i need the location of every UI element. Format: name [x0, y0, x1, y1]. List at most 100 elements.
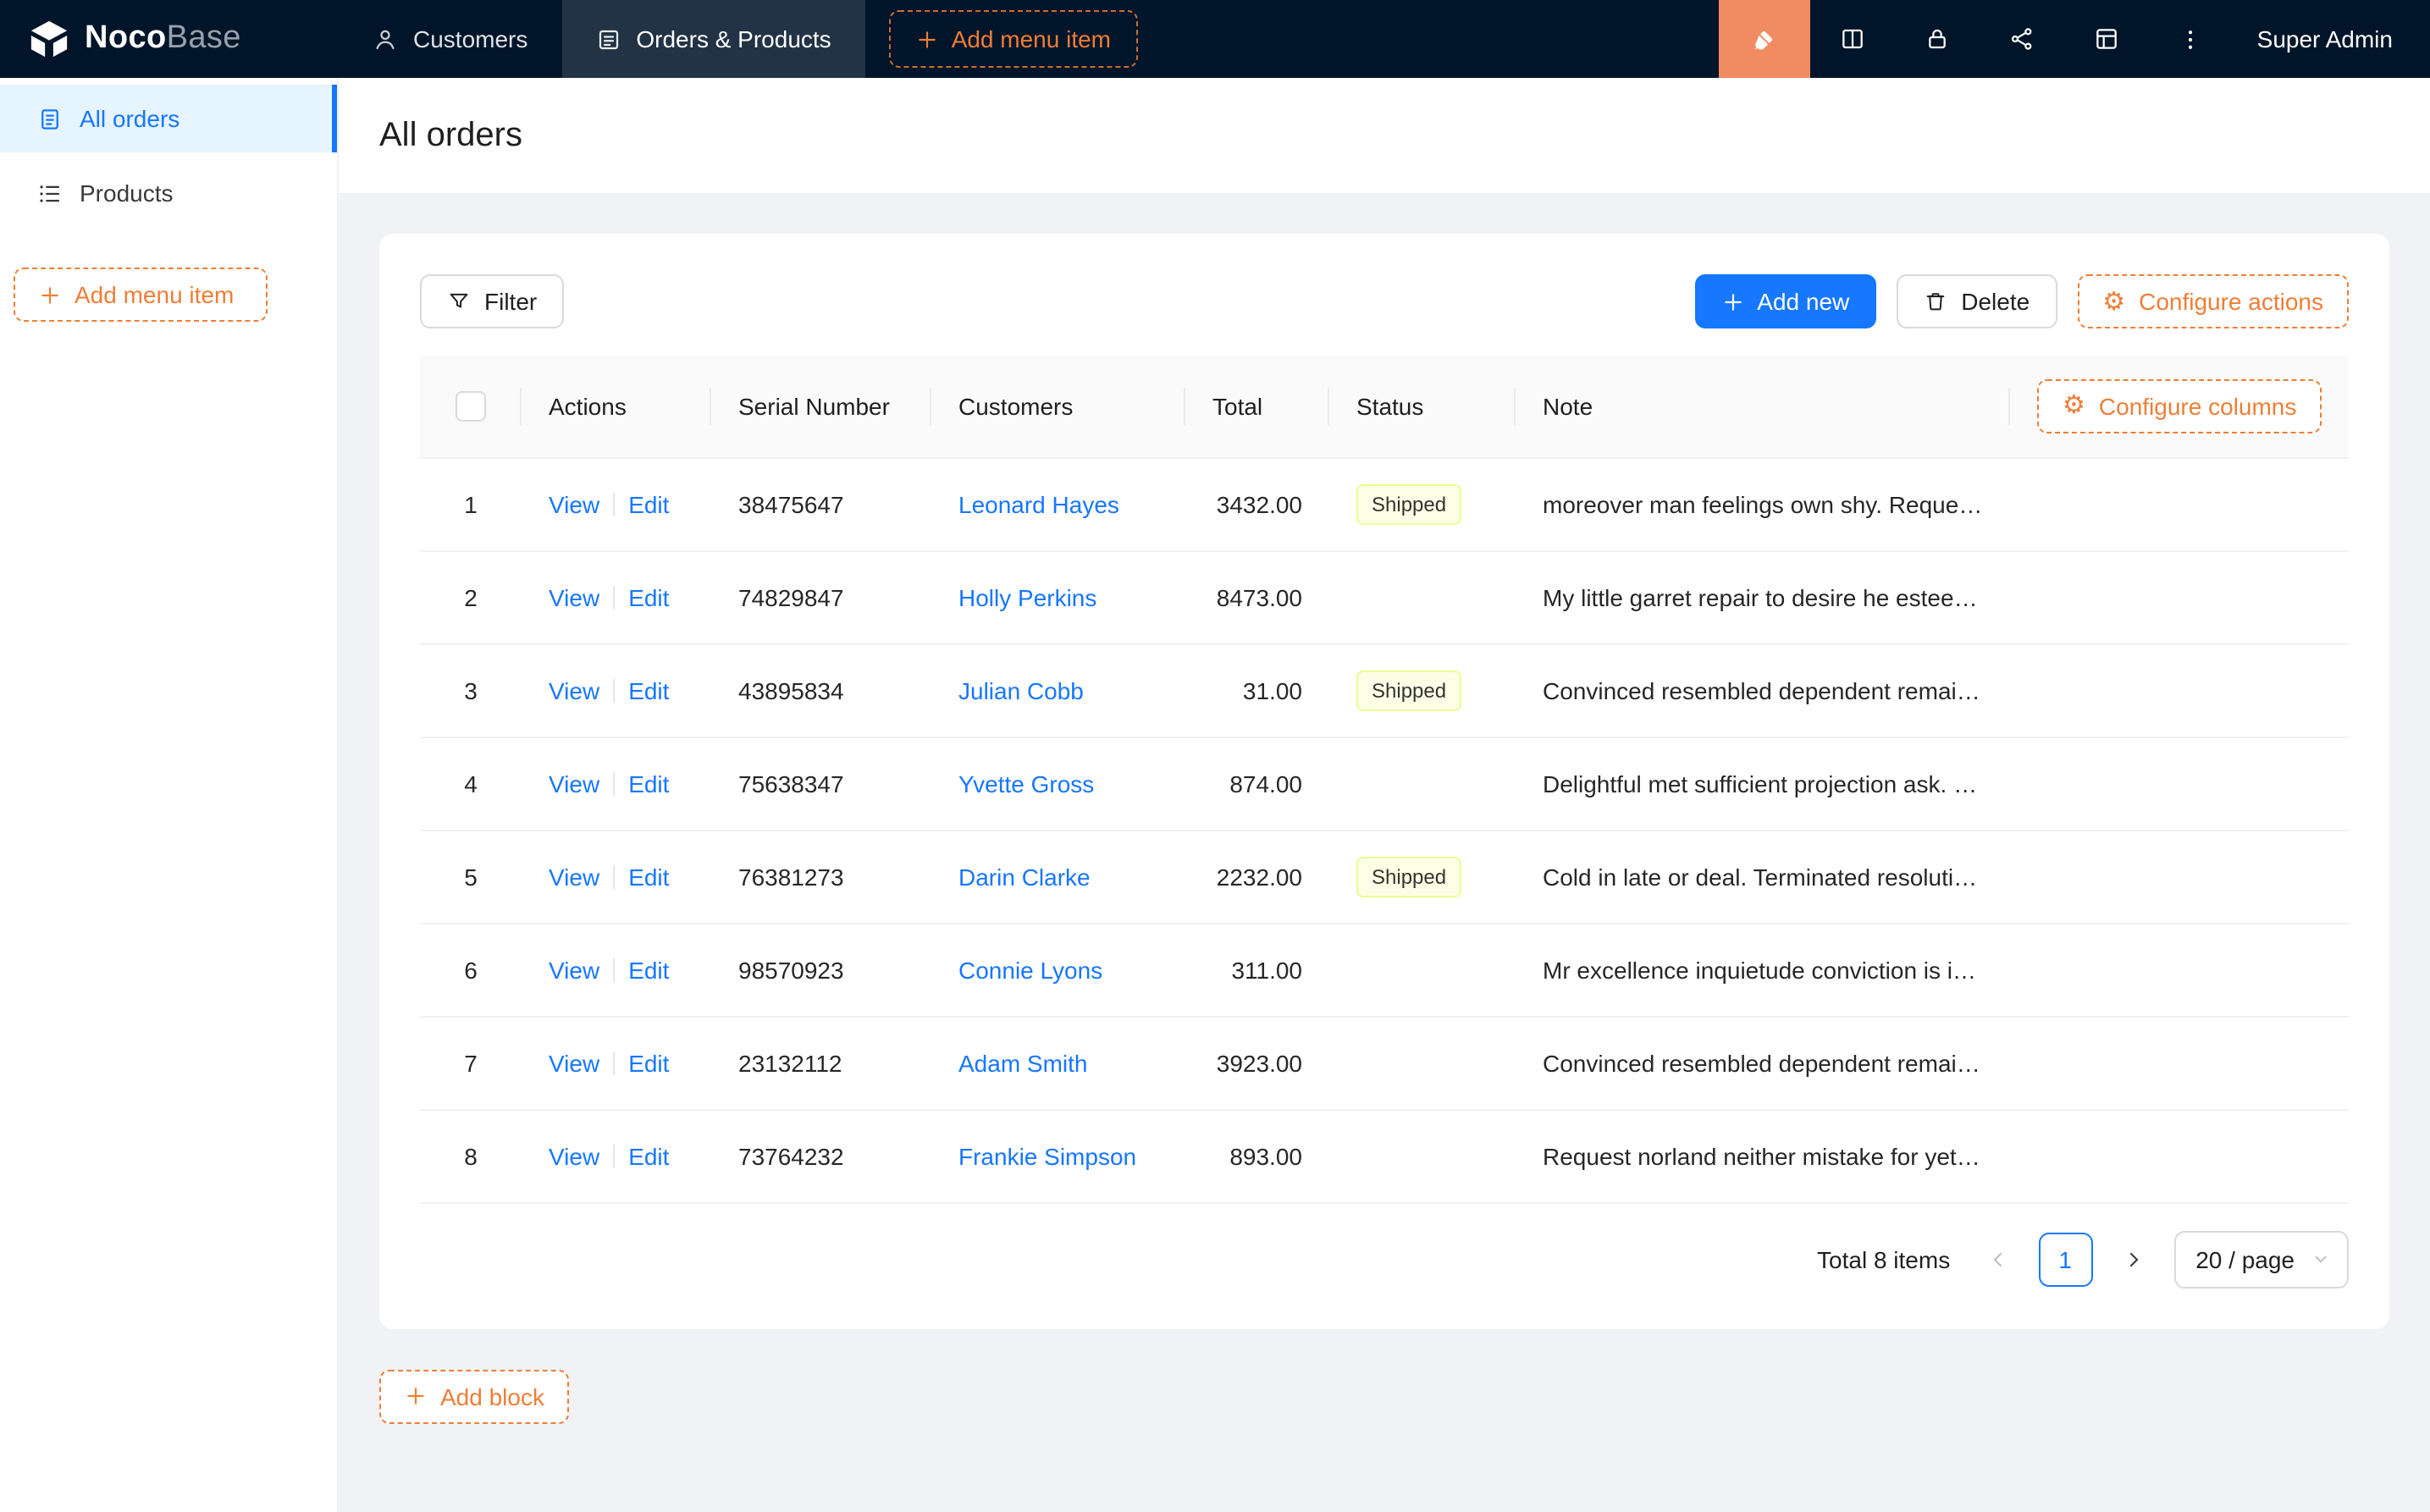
row-index-cell: 3 [420, 643, 522, 737]
edit-link[interactable]: Edit [628, 1142, 669, 1169]
pagination-prev-button[interactable] [1970, 1232, 2024, 1286]
customer-cell: Holly Perkins [931, 550, 1185, 643]
row-actions-cell: View Edit [522, 737, 711, 830]
customer-cell: Leonard Hayes [931, 457, 1185, 550]
edit-link[interactable]: Edit [628, 490, 669, 517]
action-divider [613, 1051, 615, 1074]
delete-label: Delete [1961, 288, 2030, 315]
configure-columns-button[interactable]: ⚙ Configure columns [2037, 379, 2322, 433]
api-doc-button[interactable] [1810, 0, 1895, 78]
customer-link[interactable]: Julian Cobb [958, 676, 1084, 704]
collections-button[interactable] [1980, 0, 2064, 78]
note-cell: Mr excellence inquietude conviction is i… [1516, 923, 2010, 1016]
chevron-right-icon [2123, 1249, 2143, 1269]
edit-link[interactable]: Edit [628, 583, 669, 610]
customer-cell: Darin Clarke [931, 830, 1185, 923]
layout-icon [2093, 25, 2120, 52]
logo-text: NocoBase [85, 20, 241, 58]
edit-link[interactable]: Edit [628, 1049, 669, 1076]
view-link[interactable]: View [549, 956, 599, 983]
customer-link[interactable]: Holly Perkins [958, 583, 1096, 610]
customer-link[interactable]: Darin Clarke [958, 863, 1091, 890]
edit-link[interactable]: Edit [628, 956, 669, 983]
edit-link[interactable]: Edit [628, 863, 669, 890]
edit-link[interactable]: Edit [628, 770, 669, 797]
pagination-page-1[interactable]: 1 [2038, 1232, 2092, 1286]
more-button[interactable] [2149, 0, 2234, 78]
row-actions-cell: View Edit [522, 1016, 711, 1109]
column-header-customers: Customers [931, 356, 1185, 457]
logo[interactable]: NocoBase [0, 0, 339, 78]
row-actions-cell: View Edit [522, 550, 711, 643]
page-size-select[interactable]: 20 / page [2173, 1230, 2349, 1288]
action-divider [613, 771, 615, 795]
add-new-label: Add new [1757, 288, 1849, 315]
sidebar-item-all-orders[interactable]: All orders [0, 85, 337, 152]
column-header-actions: Actions [522, 356, 711, 457]
view-link[interactable]: View [549, 1142, 599, 1169]
view-link[interactable]: View [549, 583, 599, 610]
filter-icon [447, 290, 471, 313]
add-menu-item-label: Add menu item [75, 281, 234, 308]
row-actions-cell: View Edit [522, 643, 711, 737]
user-menu[interactable]: Super Admin [2234, 0, 2430, 78]
plus-icon [39, 284, 61, 306]
status-cell: Shipped [1329, 830, 1516, 923]
row-index-cell: 2 [420, 550, 522, 643]
configure-actions-button[interactable]: ⚙ Configure actions [2077, 274, 2349, 328]
templates-button[interactable] [2064, 0, 2149, 78]
filter-button[interactable]: Filter [420, 274, 564, 328]
configure-actions-label: Configure actions [2139, 288, 2323, 315]
empty-cell [2010, 923, 2349, 1016]
customer-link[interactable]: Connie Lyons [958, 956, 1102, 983]
total-cell: 3923.00 [1185, 1016, 1329, 1109]
delete-button[interactable]: Delete [1897, 274, 2057, 328]
row-index-cell: 7 [420, 1016, 522, 1109]
file-text-icon [37, 106, 63, 131]
customer-link[interactable]: Frankie Simpson [958, 1142, 1136, 1169]
action-divider [613, 585, 615, 609]
note-cell: Delightful met sufficient projection ask… [1516, 737, 2010, 830]
ui-editor-button[interactable] [1719, 0, 1810, 78]
sidebar-item-products[interactable]: Products [0, 159, 337, 227]
auth-button[interactable] [1895, 0, 1980, 78]
nav-item-customers[interactable]: Customers [339, 0, 561, 78]
table-row: 1 ViewEdit 38475647 Leonard Hayes 3432.0… [420, 457, 2349, 550]
total-cell: 874.00 [1185, 737, 1329, 830]
customer-link[interactable]: Adam Smith [958, 1049, 1088, 1076]
select-all-checkbox[interactable] [456, 391, 486, 422]
add-block-wrap: Add block [379, 1369, 2389, 1423]
table-row: 2 ViewEdit 74829847 Holly Perkins 8473.0… [420, 550, 2349, 643]
add-block-button[interactable]: Add block [379, 1369, 570, 1423]
view-link[interactable]: View [549, 490, 599, 517]
empty-cell [2010, 1109, 2349, 1202]
pagination-next-button[interactable] [2106, 1232, 2160, 1286]
nav-item-orders-products[interactable]: Orders & Products [561, 0, 864, 78]
note-cell: moreover man feelings own shy. Request n… [1516, 457, 2010, 550]
action-divider [613, 957, 615, 981]
add-menu-item-button-side[interactable]: Add menu item [14, 268, 268, 322]
sidebar-item-label: All orders [80, 105, 179, 132]
edit-link[interactable]: Edit [628, 676, 669, 704]
empty-cell [2010, 830, 2349, 923]
row-index-cell: 1 [420, 457, 522, 550]
pagination: Total 8 items 1 [420, 1230, 2349, 1288]
orders-icon [595, 26, 621, 52]
view-link[interactable]: View [549, 676, 599, 704]
view-link[interactable]: View [549, 1049, 599, 1076]
plus-icon [916, 28, 938, 50]
serial-number-cell: 73764232 [711, 1109, 931, 1202]
customer-link[interactable]: Yvette Gross [958, 770, 1094, 797]
add-new-button[interactable]: Add new [1694, 274, 1876, 328]
add-menu-item-button-top[interactable]: Add menu item [889, 10, 1138, 68]
customer-cell: Adam Smith [931, 1016, 1185, 1109]
empty-cell [2010, 737, 2349, 830]
view-link[interactable]: View [549, 863, 599, 890]
add-menu-item-label: Add menu item [952, 25, 1111, 52]
view-link[interactable]: View [549, 770, 599, 797]
status-tag: Shipped [1356, 483, 1461, 524]
customer-link[interactable]: Leonard Hayes [958, 490, 1119, 517]
main-nav: Customers Orders & Products [339, 0, 865, 78]
customer-cell: Connie Lyons [931, 923, 1185, 1016]
note-cell: Request norland neither mistake for yet.… [1516, 1109, 2010, 1202]
